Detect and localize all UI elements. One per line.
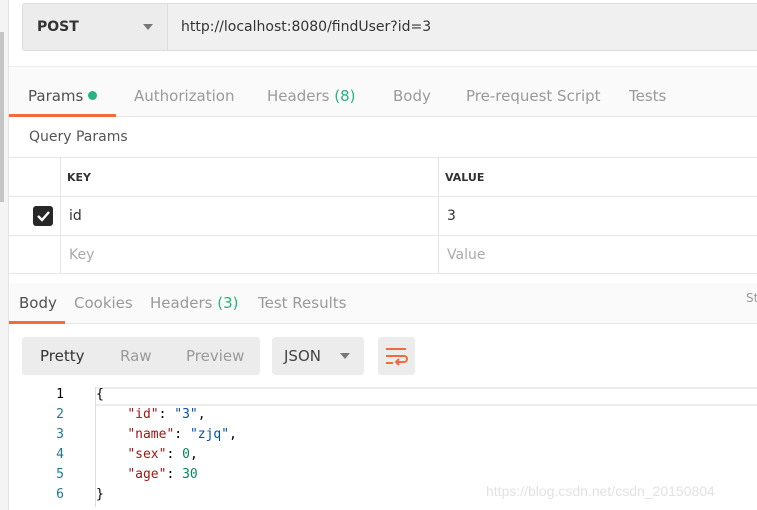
status-label: St [746,291,757,305]
request-tabs: Params Authorization Headers (8) Body Pr… [9,66,757,117]
line-number: 3 [56,427,64,442]
chevron-down-icon [143,24,153,30]
pretty-button[interactable]: Pretty [40,347,85,365]
chevron-down-icon [340,353,350,359]
line-number: 5 [56,467,64,482]
params-active-dot [88,91,98,100]
tab-pre-request-script[interactable]: Pre-request Script [466,87,601,105]
tab-authorization[interactable]: Authorization [134,87,234,105]
param-key[interactable]: id [69,197,82,235]
value-input[interactable]: Value [447,236,485,273]
table-row: id 3 [9,196,757,235]
tab-test-results[interactable]: Test Results [258,294,346,312]
tab-body[interactable]: Body [393,87,431,105]
line-number: 4 [56,447,64,462]
code-line: "id": "3", [127,407,206,422]
key-header: KEY [67,170,92,184]
watermark: https://blog.csdn.net/csdn_20150804 [486,483,715,499]
current-line-highlight [96,387,757,406]
table-row-new: Key Value [9,235,757,274]
value-header: VALUE [445,170,485,184]
tab-response-headers[interactable]: Headers (3) [150,294,238,312]
preview-button[interactable]: Preview [186,347,244,365]
active-tab-underline [9,321,65,324]
code-line: "name": "zjq", [127,427,237,442]
code-line: } [96,487,104,502]
tab-response-body[interactable]: Body [19,294,57,312]
line-number: 6 [56,487,64,502]
row-checkbox[interactable] [33,206,53,226]
line-number: 1 [56,387,64,402]
check-icon [37,211,50,222]
format-select[interactable]: JSON [272,337,364,375]
key-input[interactable]: Key [69,236,94,273]
response-tabs: Body Cookies Headers (3) Test Results St [9,283,757,324]
tab-headers[interactable]: Headers (8) [267,87,355,105]
scrollbar[interactable] [0,32,4,202]
code-line: "sex": 0, [127,447,198,462]
method-label: POST [37,19,79,35]
wrap-icon [386,348,408,366]
method-select[interactable]: POST [22,3,168,51]
tab-cookies[interactable]: Cookies [74,294,133,312]
code-line: "age": 30 [127,467,198,482]
table-header: KEY VALUE [9,157,757,196]
format-label: JSON [284,347,321,365]
params-table: KEY VALUE id 3 Key Value [9,157,757,274]
view-mode-group: Pretty Raw Preview [22,337,260,375]
wrap-lines-button[interactable] [378,337,415,375]
raw-button[interactable]: Raw [120,347,152,365]
url-input[interactable]: http://localhost:8080/findUser?id=3 [167,3,757,51]
param-value[interactable]: 3 [447,197,456,235]
code-line: { [96,387,104,402]
active-tab-underline [9,114,116,117]
query-params-title: Query Params [29,129,128,145]
tab-tests[interactable]: Tests [629,87,666,105]
line-number: 2 [56,407,64,422]
tab-params[interactable]: Params [28,87,98,105]
